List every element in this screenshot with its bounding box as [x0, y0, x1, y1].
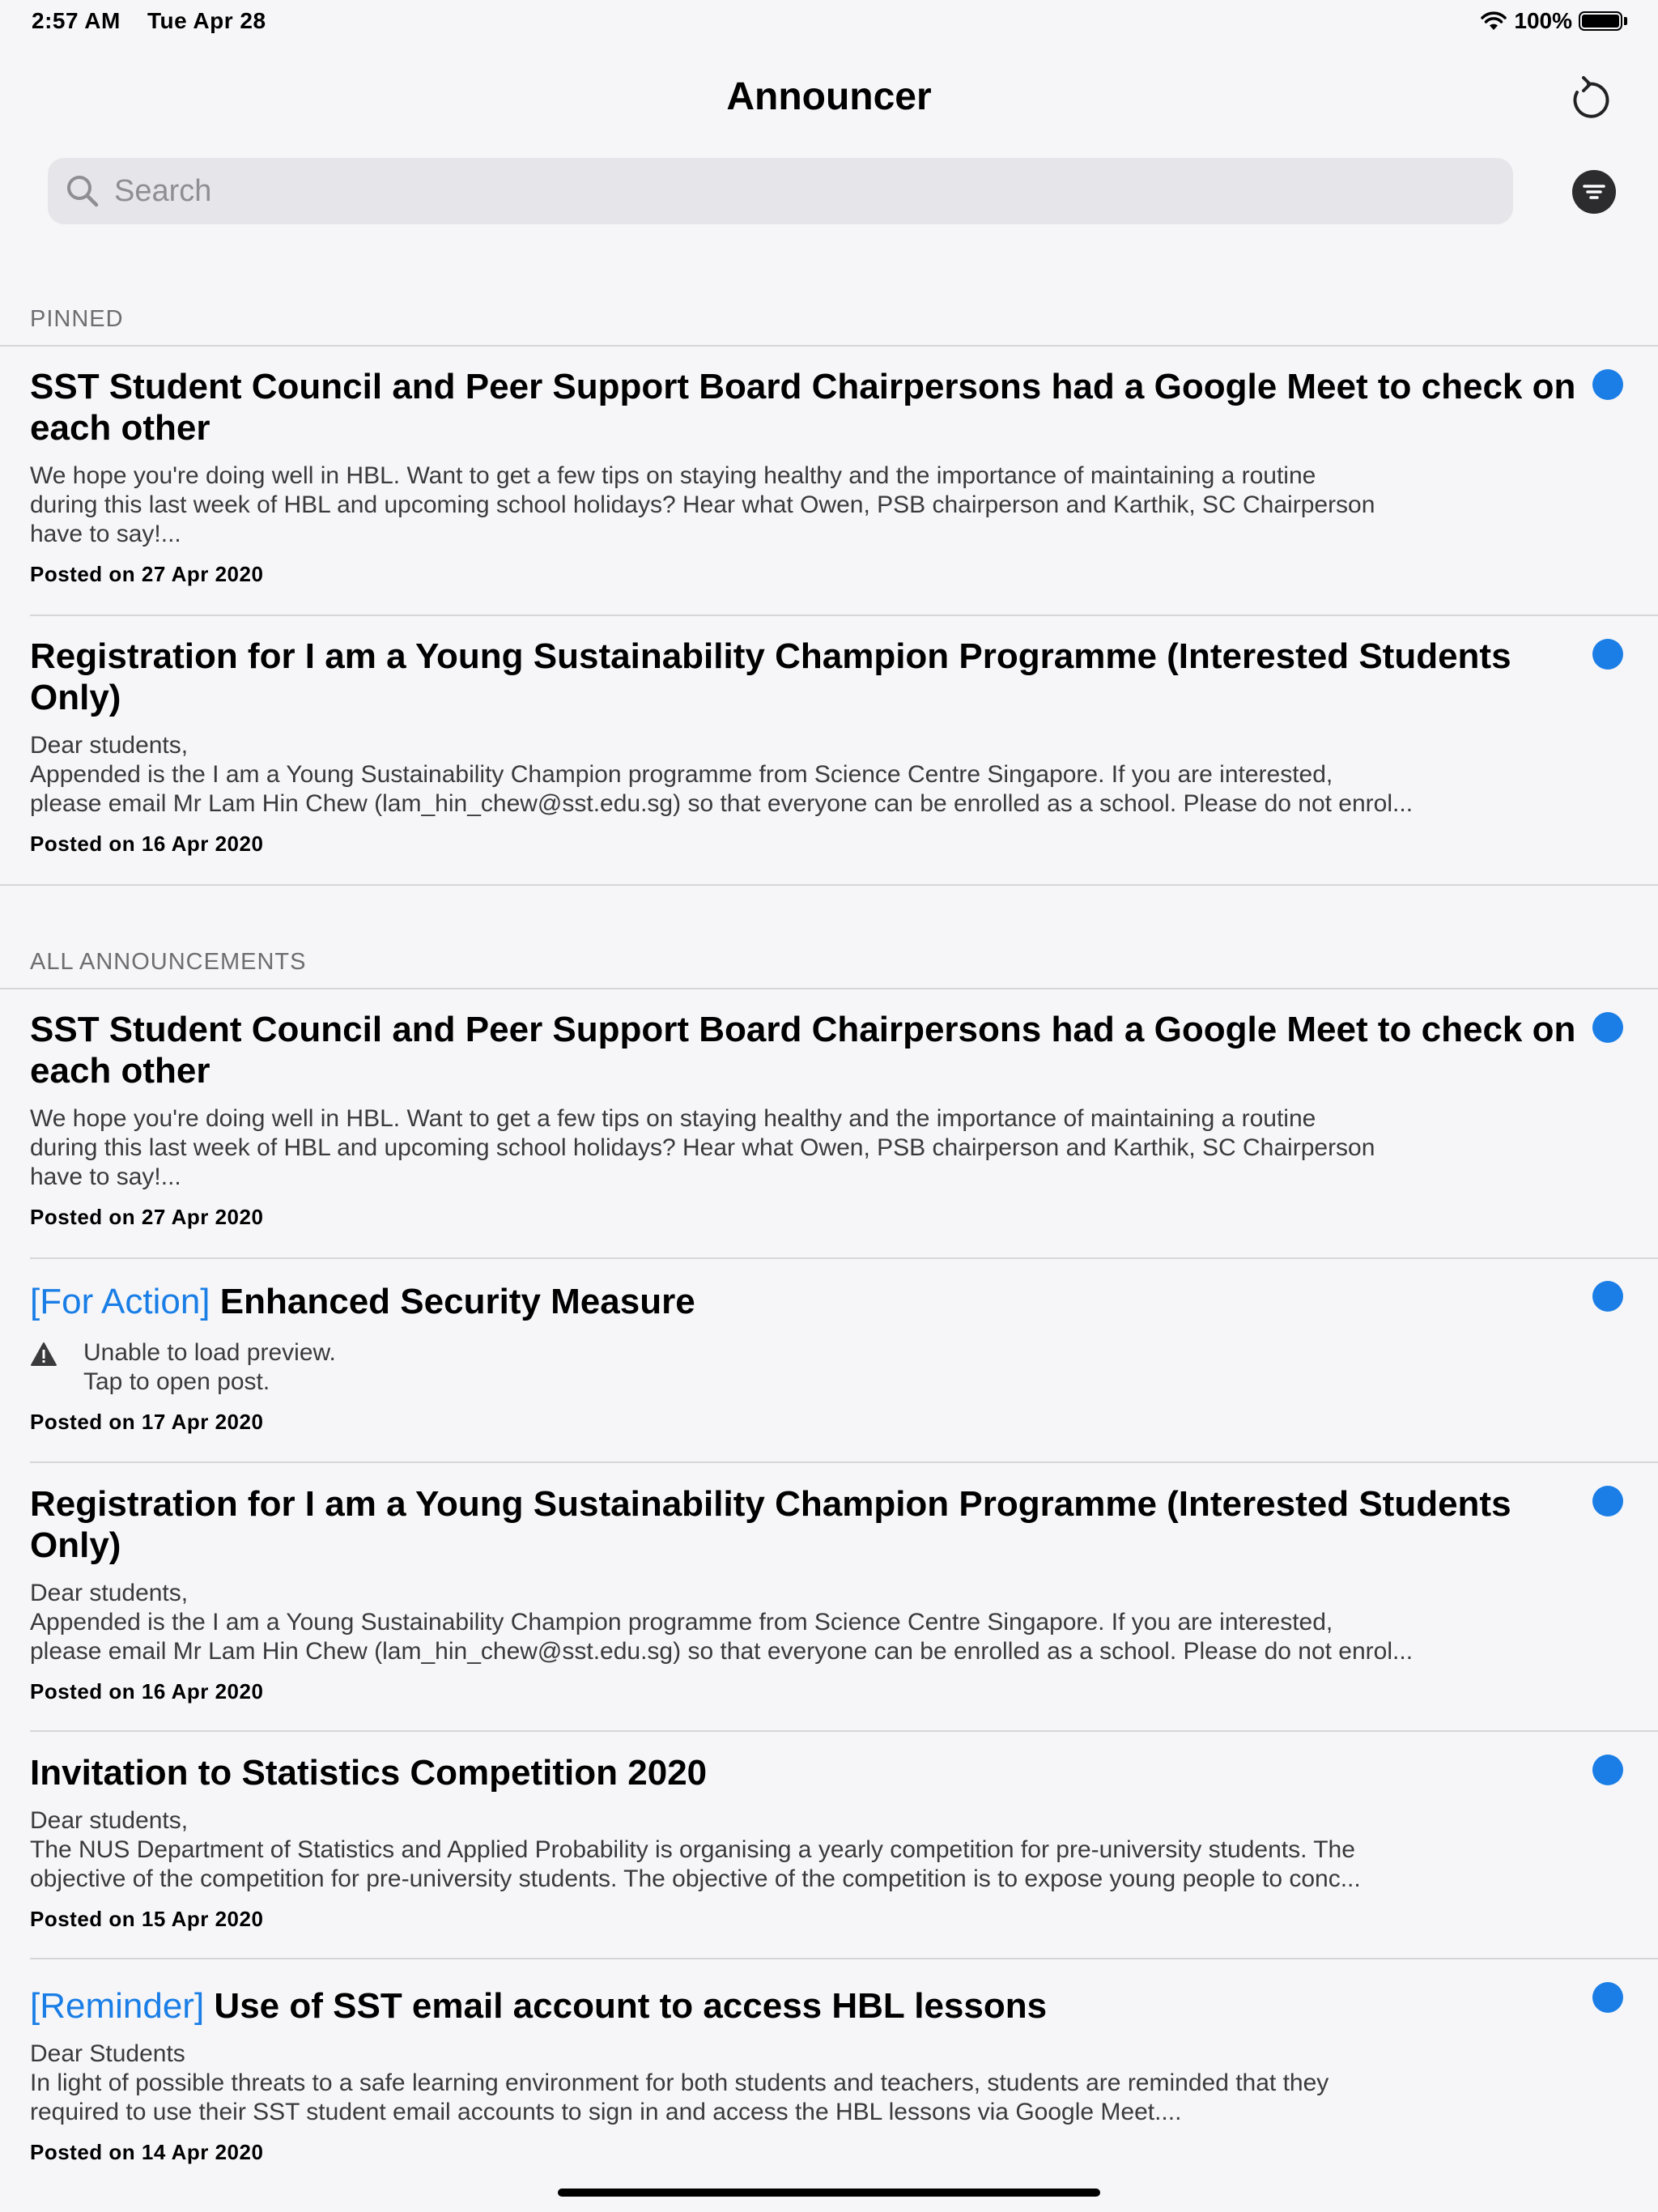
pinned-post-1[interactable]: SST Student Council and Peer Support Boa… [30, 366, 1584, 587]
post-title: [Reminder] Use of SST email account to a… [30, 1985, 1584, 2027]
post-title: SST Student Council and Peer Support Boa… [30, 367, 1576, 448]
pinned-post-2[interactable]: Registration for I am a Young Sustainabi… [30, 636, 1584, 857]
post-date: Posted on 27 Apr 2020 [30, 1205, 264, 1229]
divider [30, 615, 1658, 616]
excerpt-line: during this last week of HBL and upcomin… [30, 1134, 1375, 1161]
post-date: Posted on 15 Apr 2020 [30, 1907, 264, 1931]
excerpt-line: Appended is the I am a Young Sustainabil… [30, 1609, 1333, 1636]
section-header-pinned: PINNED [30, 306, 124, 332]
refresh-icon [1573, 76, 1609, 118]
battery-percent: 100% [1514, 8, 1572, 33]
post-title: Registration for I am a Young Sustainabi… [30, 636, 1511, 717]
post-title: Registration for I am a Young Sustainabi… [30, 1484, 1511, 1565]
post-excerpt: We hope you're doing well in HBL. Want t… [30, 1104, 1584, 1192]
divider [0, 988, 1658, 989]
post-date: Posted on 16 Apr 2020 [30, 1679, 264, 1704]
divider [30, 1461, 1658, 1463]
post-title-text: Use of SST email account to access HBL l… [214, 1986, 1048, 2026]
post-tag: [For Action] [30, 1282, 210, 1321]
preview-error-line: Unable to load preview. [83, 1339, 336, 1366]
status-time: 2:57 AM [32, 8, 121, 33]
page-title: Announcer [726, 75, 932, 118]
preview-error-line: Tap to open post. [83, 1368, 270, 1395]
filter-button[interactable] [1572, 170, 1616, 214]
unread-indicator [1592, 1281, 1623, 1312]
unread-indicator [1592, 1755, 1623, 1785]
filter-icon [1583, 185, 1605, 199]
excerpt-line: have to say!... [30, 521, 181, 547]
wifi-icon [1481, 11, 1507, 30]
post-excerpt: We hope you're doing well in HBL. Want t… [30, 462, 1584, 549]
home-indicator[interactable] [558, 2189, 1100, 2197]
post-date: Posted on 14 Apr 2020 [30, 2140, 264, 2164]
battery-tip [1624, 17, 1627, 25]
announcement-post-4[interactable]: Invitation to Statistics Competition 202… [30, 1752, 1584, 1932]
search-input[interactable] [113, 172, 1492, 210]
post-excerpt: Dear Students In light of possible threa… [30, 2040, 1584, 2127]
announcement-post-2[interactable]: [For Action] Enhanced Security Measure U… [30, 1281, 1584, 1435]
announcement-post-5[interactable]: [Reminder] Use of SST email account to a… [30, 1985, 1584, 2165]
status-date: Tue Apr 28 [147, 8, 266, 33]
post-date: Posted on 27 Apr 2020 [30, 562, 264, 586]
excerpt-line: Dear students, [30, 1807, 189, 1834]
search-icon [67, 176, 99, 207]
excerpt-line: The NUS Department of Statistics and App… [30, 1836, 1355, 1863]
post-title: Invitation to Statistics Competition 202… [30, 1753, 708, 1793]
post-excerpt: Dear students, Appended is the I am a Yo… [30, 1579, 1584, 1666]
battery-icon [1579, 11, 1622, 31]
status-indicators: 100% [1480, 8, 1627, 34]
excerpt-line: please email Mr Lam Hin Chew (lam_hin_ch… [30, 1638, 1414, 1665]
excerpt-line: please email Mr Lam Hin Chew (lam_hin_ch… [30, 790, 1414, 817]
post-excerpt: Dear students, Appended is the I am a Yo… [30, 731, 1584, 819]
excerpt-line: We hope you're doing well in HBL. Want t… [30, 462, 1316, 489]
unread-indicator [1592, 1486, 1623, 1516]
post-date: Posted on 17 Apr 2020 [30, 1410, 264, 1434]
post-excerpt: Dear students, The NUS Department of Sta… [30, 1806, 1584, 1894]
warning-icon [31, 1342, 57, 1366]
refresh-button[interactable] [1566, 74, 1611, 123]
excerpt-line: required to use their SST student email … [30, 2099, 1182, 2125]
status-bar: 2:57 AM Tue Apr 28 100% [0, 0, 1658, 45]
excerpt-line: objective of the competition for pre-uni… [30, 1865, 1361, 1892]
post-title-text: Enhanced Security Measure [219, 1282, 695, 1321]
excerpt-line: Dear students, [30, 1580, 189, 1606]
unread-indicator [1592, 1982, 1623, 2013]
excerpt-line: Dear Students [30, 2040, 185, 2067]
post-tag: [Reminder] [30, 1986, 205, 2026]
excerpt-line: We hope you're doing well in HBL. Want t… [30, 1105, 1316, 1132]
unread-indicator [1592, 639, 1623, 670]
announcement-post-1[interactable]: SST Student Council and Peer Support Boa… [30, 1009, 1584, 1230]
post-title: [For Action] Enhanced Security Measure [30, 1281, 1584, 1322]
divider [30, 1958, 1658, 1959]
announcement-post-3[interactable]: Registration for I am a Young Sustainabi… [30, 1483, 1584, 1704]
preview-error-text: Unable to load preview. Tap to open post… [83, 1338, 336, 1397]
divider [0, 345, 1658, 347]
status-time-date: 2:57 AM Tue Apr 28 [32, 8, 266, 34]
search-bar[interactable] [48, 158, 1513, 224]
divider [30, 1257, 1658, 1259]
battery-fill [1582, 15, 1619, 28]
divider [30, 1730, 1658, 1732]
post-date: Posted on 16 Apr 2020 [30, 832, 264, 856]
excerpt-line: Dear students, [30, 732, 189, 759]
excerpt-line: Appended is the I am a Young Sustainabil… [30, 761, 1333, 788]
section-header-all: ALL ANNOUNCEMENTS [30, 949, 307, 975]
excerpt-line: In light of possible threats to a safe l… [30, 2069, 1329, 2096]
excerpt-line: during this last week of HBL and upcomin… [30, 491, 1375, 518]
divider [0, 884, 1658, 886]
excerpt-line: have to say!... [30, 1163, 181, 1190]
post-title: SST Student Council and Peer Support Boa… [30, 1010, 1576, 1091]
preview-error: Unable to load preview. Tap to open post… [30, 1338, 1584, 1397]
unread-indicator [1592, 1012, 1623, 1043]
unread-indicator [1592, 369, 1623, 400]
